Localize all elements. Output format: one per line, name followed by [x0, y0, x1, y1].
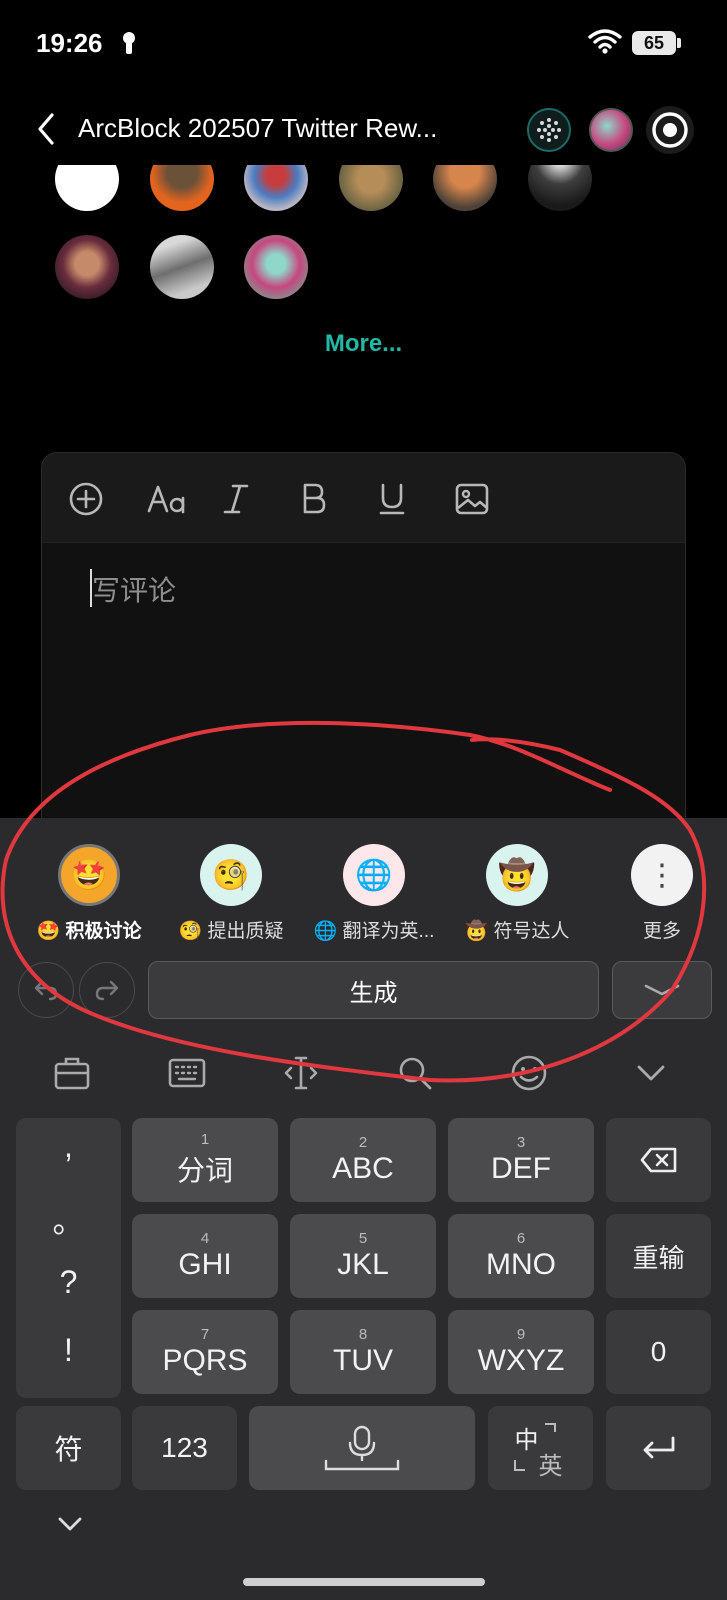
redo-button[interactable]: [79, 962, 135, 1018]
editor-toolbar: [42, 453, 685, 543]
punct-comma: ,: [64, 1128, 73, 1164]
collapse-keyboard-icon[interactable]: [56, 1514, 84, 1534]
collapse-button[interactable]: [612, 961, 712, 1019]
avatar[interactable]: [55, 235, 119, 299]
enter-key[interactable]: [606, 1406, 711, 1490]
record-icon[interactable]: [646, 106, 694, 154]
avatar[interactable]: [244, 165, 308, 211]
clipboard-icon[interactable]: [47, 1048, 97, 1098]
key-6[interactable]: 6 MNO: [448, 1214, 594, 1298]
avatar[interactable]: [433, 165, 497, 211]
punctuation-key[interactable]: , 。 ? !: [16, 1118, 121, 1398]
cursor-move-icon[interactable]: [276, 1048, 326, 1098]
generate-button[interactable]: 生成: [148, 961, 599, 1019]
hide-keyboard-icon[interactable]: [626, 1048, 676, 1098]
language-switch-icon: 中 英: [511, 1420, 571, 1480]
keyboard-layout-icon[interactable]: [162, 1048, 212, 1098]
suggestion-positive[interactable]: 🤩 🤩 积极讨论: [24, 844, 154, 943]
suggestion-label: 更多: [642, 921, 681, 942]
lock-icon: [123, 32, 135, 54]
battery-indicator: 65: [632, 31, 681, 55]
app-grid-icon[interactable]: [527, 108, 571, 152]
cowboy-emoji-icon: 🤠: [486, 844, 548, 906]
suggestion-symbol[interactable]: 🤠 🤠 符号达人: [452, 844, 582, 943]
image-icon[interactable]: [452, 479, 492, 519]
wifi-icon: [588, 29, 622, 54]
home-indicator[interactable]: [243, 1578, 485, 1586]
avatar[interactable]: [150, 235, 214, 299]
backspace-icon: [640, 1147, 676, 1173]
comment-editor: 写评论: [41, 452, 686, 832]
back-arrow-icon[interactable]: [34, 109, 58, 149]
monocle-emoji-icon: 🧐: [200, 844, 262, 906]
underline-icon[interactable]: [372, 479, 412, 519]
suggestion-label: 🤩 积极讨论: [36, 921, 142, 942]
globe-emoji-icon: 🌐: [343, 844, 405, 906]
page-header: ArcBlock 202507 Twitter Rew...: [0, 95, 727, 165]
punct-period: 。: [52, 1203, 85, 1239]
status-time: 19:26: [36, 28, 103, 58]
keyboard-toolbar: [0, 1048, 727, 1108]
emoji-icon[interactable]: [504, 1048, 554, 1098]
suggestion-label: 🤠 符号达人: [464, 921, 570, 942]
participant-avatars: [0, 165, 727, 315]
avatar[interactable]: [339, 165, 403, 211]
key-2[interactable]: 2 ABC: [290, 1118, 436, 1202]
comment-input[interactable]: 写评论: [92, 569, 176, 609]
enter-icon: [643, 1436, 674, 1459]
punct-exclaim: !: [64, 1332, 73, 1368]
chevron-down-icon: [644, 984, 680, 996]
reenter-key[interactable]: 重输: [606, 1214, 711, 1298]
zero-key[interactable]: 0: [606, 1310, 711, 1394]
numbers-key[interactable]: 123: [132, 1406, 237, 1490]
backspace-key[interactable]: [606, 1118, 711, 1202]
suggestion-label: 🌐 翻译为英...: [313, 921, 435, 942]
page-title: ArcBlock 202507 Twitter Rew...: [78, 113, 438, 143]
keyboard-panel: 🤩 🤩 积极讨论 🧐 🧐 提出质疑 🌐 🌐 翻译为英... 🤠 🤠 符号达人 ⋮…: [0, 818, 727, 1600]
key-4[interactable]: 4 GHI: [132, 1214, 278, 1298]
space-key[interactable]: [249, 1406, 475, 1490]
symbol-key[interactable]: 符: [16, 1406, 121, 1490]
undo-button[interactable]: [18, 962, 74, 1018]
punct-question: ?: [59, 1264, 78, 1300]
key-5[interactable]: 5 JKL: [290, 1214, 436, 1298]
key-3[interactable]: 3 DEF: [448, 1118, 594, 1202]
avatar[interactable]: [244, 235, 308, 299]
font-size-icon[interactable]: [144, 479, 192, 519]
add-icon[interactable]: [66, 479, 106, 519]
bold-icon[interactable]: [294, 479, 334, 519]
key-9[interactable]: 9 WXYZ: [448, 1310, 594, 1394]
suggestion-label: 🧐 提出质疑: [178, 921, 284, 942]
suggestion-question[interactable]: 🧐 🧐 提出质疑: [166, 844, 296, 943]
avatar[interactable]: [55, 165, 119, 211]
status-bar: 19:26 65: [0, 0, 727, 90]
user-avatar[interactable]: [589, 108, 633, 152]
star-eyes-emoji-icon: 🤩: [58, 844, 120, 906]
suggestion-translate[interactable]: 🌐 🌐 翻译为英...: [309, 844, 439, 943]
key-7[interactable]: 7 PQRS: [132, 1310, 278, 1394]
key-1[interactable]: 1 分词: [132, 1118, 278, 1202]
key-8[interactable]: 8 TUV: [290, 1310, 436, 1394]
more-link[interactable]: More...: [0, 330, 727, 358]
search-icon[interactable]: [390, 1048, 440, 1098]
more-vertical-icon: ⋮: [631, 844, 693, 906]
language-switch-key[interactable]: 中 英: [488, 1406, 593, 1490]
avatar[interactable]: [528, 165, 592, 211]
suggestion-more[interactable]: ⋮ 更多: [597, 844, 727, 943]
avatar[interactable]: [150, 165, 214, 211]
microphone-icon: [324, 1425, 400, 1471]
italic-icon[interactable]: [216, 479, 256, 519]
